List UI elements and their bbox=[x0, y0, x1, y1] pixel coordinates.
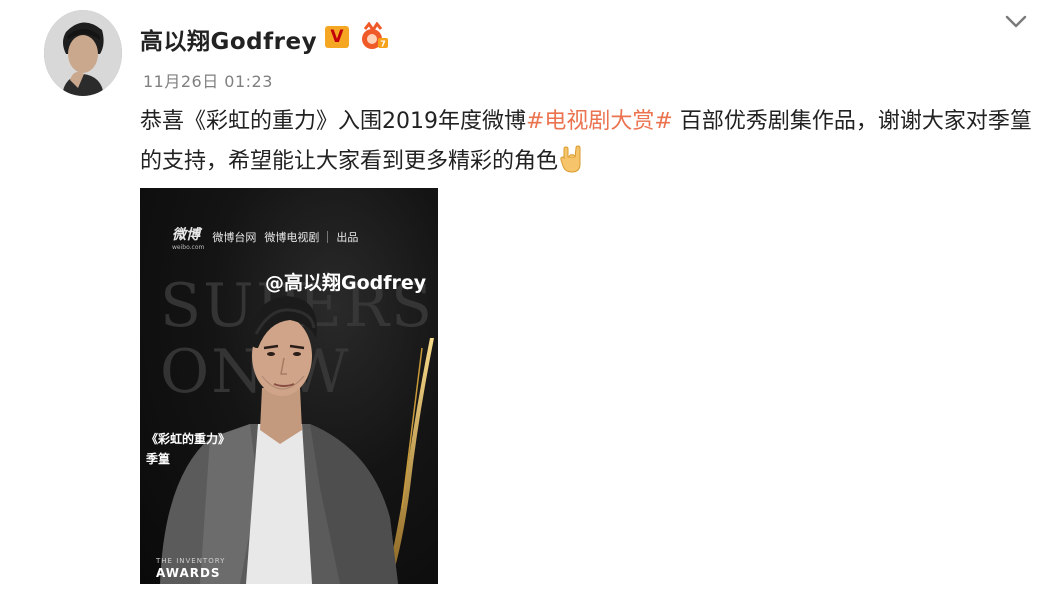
post-image[interactable]: SUPERS ON W 微博weibo.c bbox=[140, 188, 438, 584]
brand-separator bbox=[327, 231, 329, 243]
brand-weibo-tv: 微博电视剧 bbox=[264, 231, 320, 244]
post-text-before: 恭喜《彩虹的重力》入围2019年度微博 bbox=[140, 109, 526, 134]
rock-hand-emoji bbox=[560, 145, 581, 173]
medal-icon[interactable]: 7 bbox=[359, 22, 389, 52]
weibo-logo-sub: weibo.com bbox=[172, 243, 205, 251]
avatar[interactable] bbox=[44, 10, 122, 96]
image-footer-small: THE INVENTORY bbox=[156, 557, 226, 565]
brand-weibo-taiwang: 微博台网 bbox=[212, 231, 257, 244]
username[interactable]: 高以翔Godfrey bbox=[140, 22, 317, 56]
weibo-logo: 微博 weibo.com bbox=[172, 224, 204, 251]
image-mention: @高以翔Godfrey bbox=[265, 272, 427, 294]
weibo-logo-text: 微博 bbox=[172, 226, 200, 243]
hashtag-link[interactable]: #电视剧大赏# bbox=[526, 109, 673, 134]
vip-v-icon[interactable]: V bbox=[325, 26, 349, 48]
brand-produced: 出品 bbox=[336, 231, 359, 244]
chevron-down-icon[interactable] bbox=[1002, 10, 1030, 34]
image-role-name: 季篁 bbox=[146, 452, 171, 466]
post-timestamp[interactable]: 11月26日 01:23 bbox=[143, 68, 273, 92]
image-brand-bar: 微博 weibo.com 微博台网 微博电视剧 出品 bbox=[172, 224, 418, 251]
avatar-photo bbox=[44, 10, 122, 96]
post-text: 恭喜《彩虹的重力》入围2019年度微博#电视剧大赏# 百部优秀剧集作品，谢谢大家… bbox=[140, 102, 1040, 182]
svg-text:7: 7 bbox=[380, 40, 386, 49]
image-footer-awards: AWARDS bbox=[156, 566, 221, 580]
image-role-title: 《彩虹的重力》 bbox=[146, 432, 231, 446]
